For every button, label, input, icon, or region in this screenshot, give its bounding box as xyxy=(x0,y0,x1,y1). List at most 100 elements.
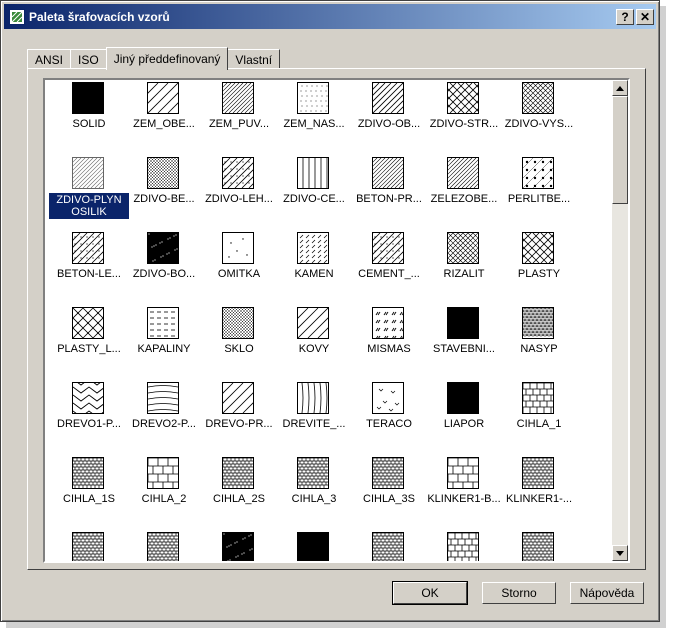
cancel-button[interactable]: Storno xyxy=(482,582,556,604)
tab-other-predefined[interactable]: Jiný předdefinovaný xyxy=(105,47,229,70)
ok-button[interactable]: OK xyxy=(392,581,468,605)
pattern-swatch xyxy=(222,307,254,339)
pattern-label: CIHLA_1 xyxy=(516,418,562,430)
pattern-list[interactable]: SOLID ZEM_OBE... ZEM_PUV... ZEM_NAS... ZDIVO… xyxy=(43,78,630,563)
pattern-item[interactable]: ZEM_PUV... xyxy=(201,80,277,155)
pattern-swatch xyxy=(72,457,104,489)
help-button[interactable]: Nápověda xyxy=(570,582,644,604)
pattern-label: CIHLA_1S xyxy=(63,493,115,505)
pattern-item[interactable]: ZDIVO-LEH... xyxy=(201,155,277,230)
pattern-item[interactable]: DREVO1-P... xyxy=(51,380,127,455)
pattern-item[interactable]: KOVY xyxy=(276,305,352,380)
pattern-item[interactable]: CIHLA_2 xyxy=(126,455,202,530)
pattern-swatch xyxy=(72,382,104,414)
pattern-swatch xyxy=(147,307,179,339)
vertical-scrollbar[interactable] xyxy=(612,80,628,561)
pattern-item[interactable] xyxy=(126,530,202,561)
pattern-label: STAVEBNI... xyxy=(433,343,495,355)
pattern-swatch xyxy=(372,307,404,339)
pattern-item[interactable]: MISMAS xyxy=(351,305,427,380)
pattern-label: CIHLA_3 xyxy=(291,493,337,505)
pattern-item[interactable]: CEMENT_... xyxy=(351,230,427,305)
pattern-item[interactable] xyxy=(501,530,577,561)
title-bar[interactable]: Paleta šrafovacích vzorů ? ✕ xyxy=(4,4,656,29)
pattern-item[interactable]: CIHLA_1S xyxy=(51,455,127,530)
tab-iso[interactable]: ISO xyxy=(70,49,107,69)
pattern-item[interactable]: PLASTY xyxy=(501,230,577,305)
pattern-item[interactable]: KLINKER1-... xyxy=(501,455,577,530)
pattern-swatch xyxy=(372,457,404,489)
pattern-item[interactable]: DREVO-PR... xyxy=(201,380,277,455)
pattern-item[interactable]: CIHLA_1 xyxy=(501,380,577,455)
pattern-item[interactable]: ZDIVO-CE... xyxy=(276,155,352,230)
pattern-item[interactable] xyxy=(201,530,277,561)
pattern-label: CEMENT_... xyxy=(358,268,420,280)
pattern-swatch xyxy=(147,157,179,189)
pattern-item[interactable]: NASYP xyxy=(501,305,577,380)
pattern-item[interactable]: TERACO xyxy=(351,380,427,455)
pattern-label: BETON-PR... xyxy=(356,193,422,205)
pattern-swatch xyxy=(447,232,479,264)
pattern-label: ZEM_PUV... xyxy=(208,118,270,130)
pattern-item[interactable]: STAVEBNI... xyxy=(426,305,502,380)
pattern-item[interactable]: ZDIVO-BE... xyxy=(126,155,202,230)
scroll-down-button[interactable] xyxy=(612,545,628,561)
pattern-label: TERACO xyxy=(366,418,412,430)
pattern-item[interactable]: ZDIVO-OB... xyxy=(351,80,427,155)
pattern-swatch xyxy=(522,457,554,489)
pattern-swatch xyxy=(297,382,329,414)
close-button[interactable]: ✕ xyxy=(636,8,654,25)
scroll-up-arrow-icon xyxy=(616,85,624,91)
pattern-item[interactable]: LIAPOR xyxy=(426,380,502,455)
pattern-swatch xyxy=(447,307,479,339)
pattern-item[interactable]: PLASTY_L... xyxy=(51,305,127,380)
pattern-item[interactable]: ZDIVO-STR... xyxy=(426,80,502,155)
pattern-item[interactable]: BETON-LE... xyxy=(51,230,127,305)
pattern-item[interactable]: SKLO xyxy=(201,305,277,380)
pattern-swatch xyxy=(522,82,554,114)
pattern-item[interactable]: ZEM_NAS... xyxy=(276,80,352,155)
pattern-item[interactable]: ZELEZOBE... xyxy=(426,155,502,230)
pattern-item[interactable]: CIHLA_2S xyxy=(201,455,277,530)
pattern-label: BETON-LE... xyxy=(57,268,121,280)
pattern-label: ZDIVO-BO... xyxy=(132,268,196,280)
pattern-item[interactable]: CIHLA_3 xyxy=(276,455,352,530)
help-title-button[interactable]: ? xyxy=(616,8,634,25)
pattern-swatch xyxy=(147,82,179,114)
pattern-item[interactable]: OMITKA xyxy=(201,230,277,305)
pattern-item[interactable]: KLINKER1-B... xyxy=(426,455,502,530)
pattern-item[interactable]: DREVO2-P... xyxy=(126,380,202,455)
pattern-item[interactable] xyxy=(51,530,127,561)
pattern-item[interactable]: RIZALIT xyxy=(426,230,502,305)
pattern-swatch xyxy=(297,157,329,189)
hatch-palette-dialog: Paleta šrafovacích vzorů ? ✕ ANSI ISO Ji… xyxy=(0,0,660,622)
pattern-item[interactable]: CIHLA_3S xyxy=(351,455,427,530)
pattern-item[interactable]: ZEM_OBE... xyxy=(126,80,202,155)
pattern-swatch xyxy=(297,307,329,339)
pattern-item[interactable]: ZDIVO-BO... xyxy=(126,230,202,305)
pattern-item[interactable]: SOLID xyxy=(51,80,127,155)
pattern-item[interactable]: KAMEN xyxy=(276,230,352,305)
pattern-item[interactable]: ZDIVO-PLYN OSILIK xyxy=(49,155,129,230)
pattern-item[interactable]: ZDIVO-VYS... xyxy=(501,80,577,155)
pattern-label: PLASTY_L... xyxy=(57,343,121,355)
pattern-swatch xyxy=(522,382,554,414)
tab-custom[interactable]: Vlastní xyxy=(227,49,281,69)
pattern-item[interactable]: BETON-PR... xyxy=(351,155,427,230)
pattern-swatch xyxy=(372,382,404,414)
pattern-swatch xyxy=(147,532,179,561)
pattern-label: ZEM_OBE... xyxy=(133,118,195,130)
pattern-item[interactable]: KAPALINY xyxy=(126,305,202,380)
pattern-label: DREVO-PR... xyxy=(205,418,273,430)
pattern-swatch xyxy=(522,157,554,189)
pattern-swatch xyxy=(447,532,479,561)
pattern-item[interactable] xyxy=(351,530,427,561)
pattern-item[interactable]: DREVITE_... xyxy=(276,380,352,455)
pattern-item[interactable]: PERLITBE... xyxy=(501,155,577,230)
scroll-thumb[interactable] xyxy=(612,96,628,204)
tab-ansi[interactable]: ANSI xyxy=(27,49,72,69)
pattern-swatch xyxy=(72,232,104,264)
pattern-item[interactable] xyxy=(276,530,352,561)
scroll-up-button[interactable] xyxy=(612,80,628,96)
pattern-item[interactable] xyxy=(426,530,502,561)
